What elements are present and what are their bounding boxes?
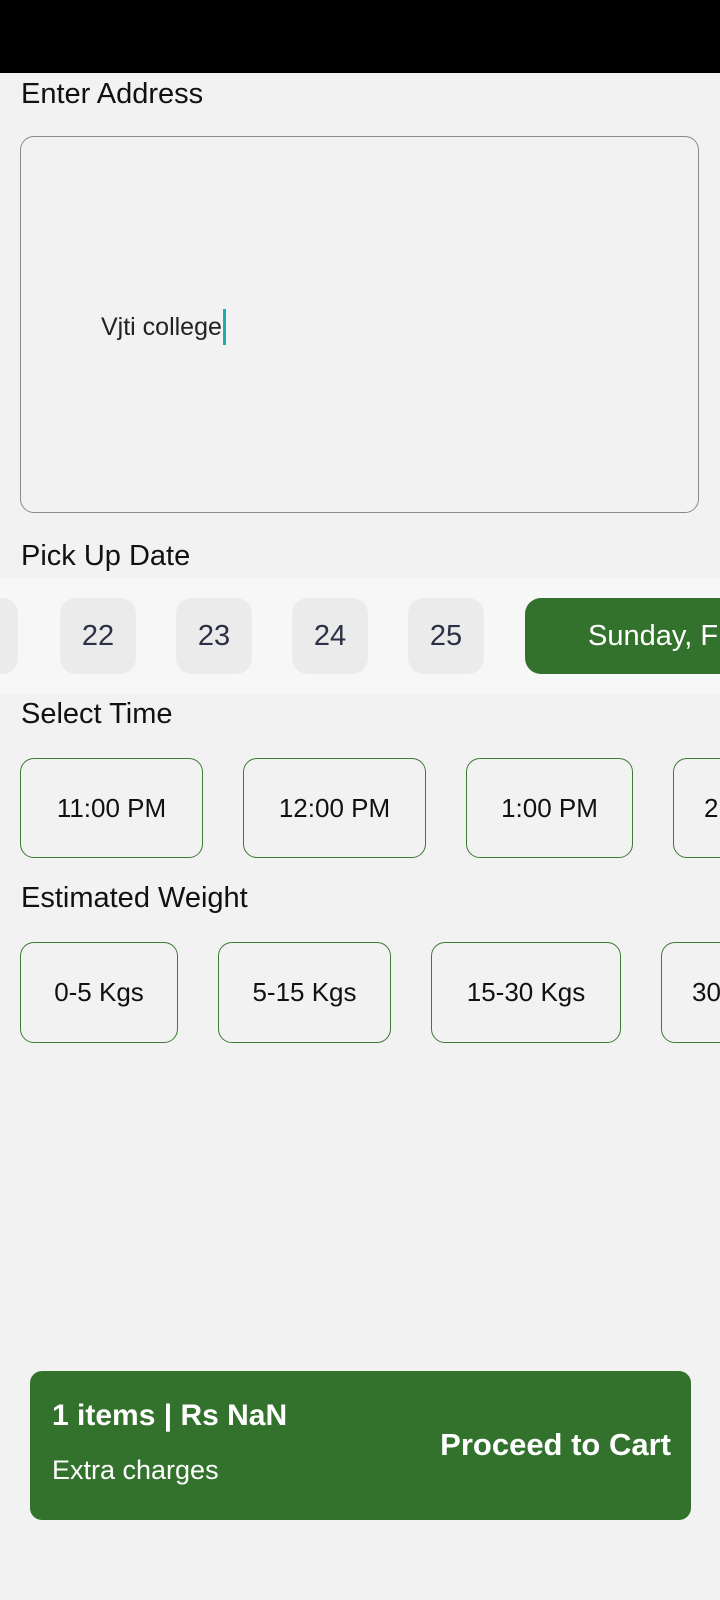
pickup-date-title: Pick Up Date (21, 540, 191, 572)
cart-bar[interactable]: 1 items | Rs NaN Extra charges Proceed t… (30, 1371, 691, 1520)
time-slot[interactable]: 11:00 PM (20, 758, 203, 858)
date-chip[interactable]: 22 (60, 598, 136, 674)
time-slot[interactable]: 1:00 PM (466, 758, 633, 858)
weight-option-row: 0-5 Kgs 5-15 Kgs 15-30 Kgs 30 (0, 942, 720, 1043)
proceed-to-cart-button[interactable]: Proceed to Cart (440, 1427, 671, 1463)
cart-extra-charges: Extra charges (52, 1455, 219, 1485)
address-value: Vjti college (101, 312, 222, 341)
weight-option[interactable]: 0-5 Kgs (20, 942, 178, 1043)
date-chip[interactable]: 24 (292, 598, 368, 674)
address-input[interactable]: Vjti college (20, 136, 699, 513)
address-value-wrap: Vjti college (101, 309, 226, 345)
time-slot-row: 11:00 PM 12:00 PM 1:00 PM 2 (0, 758, 720, 858)
address-title: Enter Address (21, 78, 204, 110)
date-chip-previous[interactable] (0, 598, 18, 674)
date-chip[interactable]: 23 (176, 598, 252, 674)
text-caret (222, 309, 226, 345)
date-chip-selected[interactable]: Sunday, F (525, 598, 720, 674)
cart-summary: 1 items | Rs NaN (52, 1399, 288, 1432)
date-chip[interactable]: 25 (408, 598, 484, 674)
weight-option[interactable]: 15-30 Kgs (431, 942, 621, 1043)
weight-option[interactable]: 30 (661, 942, 720, 1043)
estimated-weight-title: Estimated Weight (21, 882, 248, 914)
status-bar (0, 0, 720, 73)
time-slot[interactable]: 2 (673, 758, 720, 858)
weight-option[interactable]: 5-15 Kgs (218, 942, 391, 1043)
select-time-title: Select Time (21, 698, 173, 730)
time-slot[interactable]: 12:00 PM (243, 758, 426, 858)
date-picker-strip[interactable]: 22 23 24 25 Sunday, F (0, 578, 720, 694)
